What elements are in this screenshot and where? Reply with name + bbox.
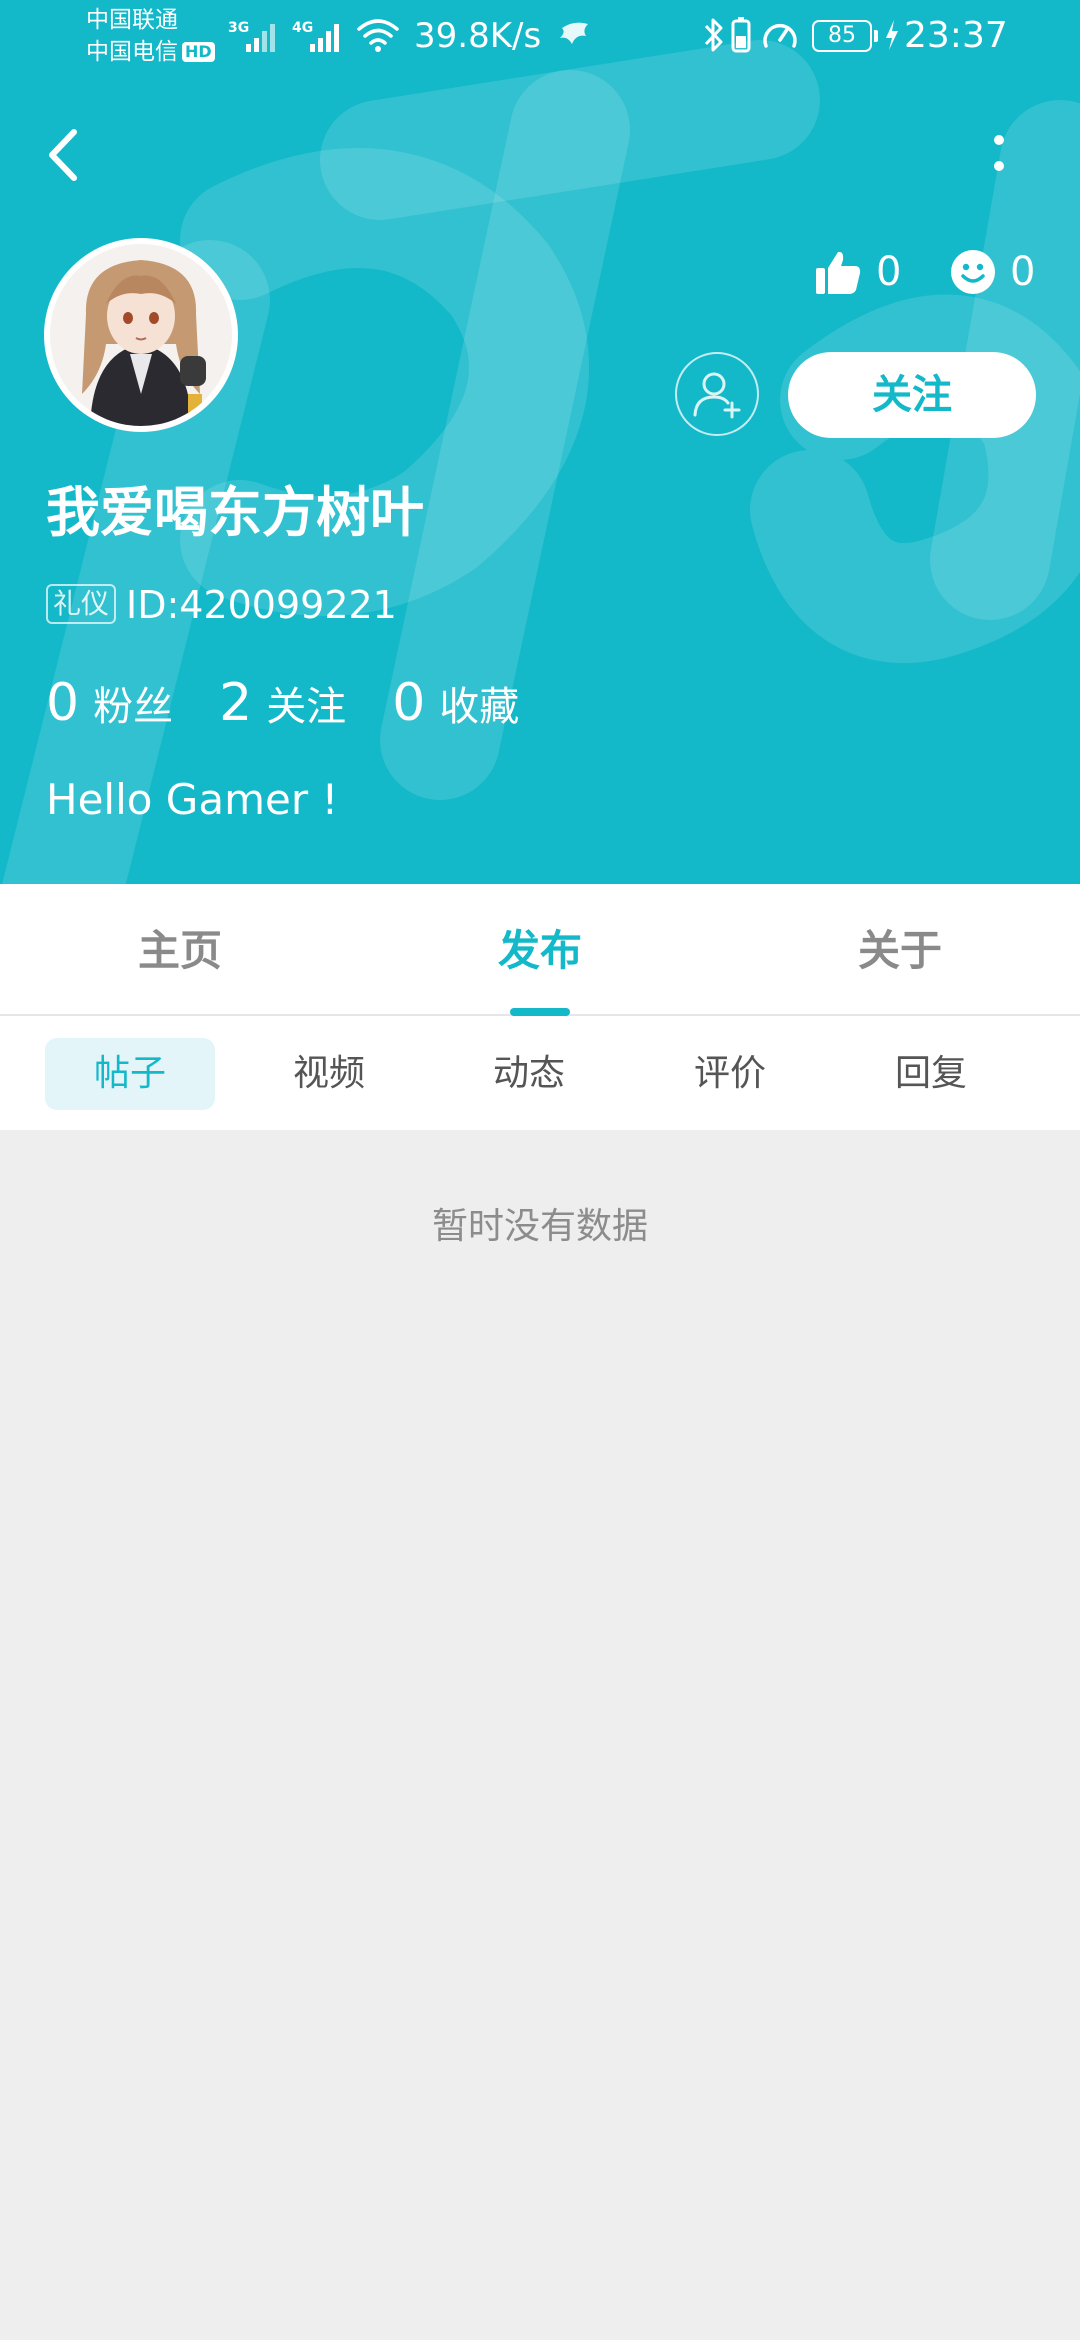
signal-3g-icon: 3G <box>228 20 275 52</box>
tab-posts[interactable]: 发布 <box>360 884 720 1014</box>
stat-favorites-label: 收藏 <box>439 684 520 730</box>
follow-button[interactable]: 关注 <box>788 352 1036 438</box>
tab-about[interactable]: 关于 <box>720 884 1080 1014</box>
stat-following-label: 关注 <box>266 684 347 730</box>
stat-favorites[interactable]: 0 收藏 <box>392 670 519 740</box>
subtab-videos[interactable]: 视频 <box>244 1038 414 1110</box>
speedometer-icon <box>763 23 797 48</box>
charging-icon <box>886 20 898 50</box>
stat-favorites-value: 0 <box>392 673 426 733</box>
more-vertical-icon <box>994 135 1004 171</box>
username: 我爱喝东方树叶 <box>46 481 424 544</box>
smiley-icon <box>951 250 995 294</box>
carrier-2-label: 中国电信 <box>86 39 178 65</box>
main-tab-bar: 主页 发布 关于 <box>0 884 1080 1016</box>
battery-indicator: 85 <box>812 20 878 52</box>
background-watermark <box>2 40 1080 884</box>
subtab-threads[interactable]: 帖子 <box>45 1038 215 1110</box>
bluetooth-icon <box>704 18 723 52</box>
smiles-count[interactable]: 0 <box>950 244 1035 300</box>
user-bio: Hello Gamer ! <box>46 775 339 824</box>
battery-saver-icon <box>731 17 751 53</box>
app-notification-icon <box>560 22 588 44</box>
hd-badge: HD <box>182 42 215 62</box>
tab-home[interactable]: 主页 <box>0 884 360 1014</box>
network-speed: 39.8K/s <box>414 16 542 56</box>
user-id: ID:420099221 <box>126 583 397 627</box>
subtab-replies[interactable]: 回复 <box>846 1038 1016 1110</box>
signal-4g-icon: 4G <box>292 20 339 52</box>
profile-stats: 0 粉丝 2 关注 0 收藏 <box>46 670 565 740</box>
carrier-1: 中国联通 <box>86 7 178 33</box>
thumbs-up-icon <box>816 251 861 294</box>
stat-following[interactable]: 2 关注 <box>219 670 346 740</box>
status-bar: 中国联通 中国电信 HD 3G 4G 39.8K/s 85 23:37 <box>0 0 1080 74</box>
net-type-3g: 3G <box>228 20 249 36</box>
wifi-icon <box>357 19 399 52</box>
back-arrow-icon <box>49 129 77 181</box>
profile-header: 中国联通 中国电信 HD 3G 4G 39.8K/s 85 23:37 0 0 … <box>0 0 1080 884</box>
add-friend-button[interactable] <box>675 352 759 436</box>
stat-fans-label: 粉丝 <box>93 684 174 730</box>
net-type-4g: 4G <box>292 20 313 36</box>
likes-value: 0 <box>876 249 902 295</box>
clock: 23:37 <box>904 15 1008 56</box>
empty-state-message: 暂时没有数据 <box>431 1206 648 1247</box>
avatar[interactable] <box>44 238 238 432</box>
stat-fans-value: 0 <box>46 673 80 733</box>
subtab-reviews[interactable]: 评价 <box>645 1038 815 1110</box>
avatar-illustration <box>50 244 232 426</box>
back-button[interactable] <box>40 120 96 190</box>
sub-tab-bar: 帖子 视频 动态 评价 回复 <box>0 1016 1080 1130</box>
carrier-2: 中国电信 HD <box>86 37 215 67</box>
add-user-icon <box>693 372 741 419</box>
stat-following-value: 2 <box>219 673 253 733</box>
content-area: 暂时没有数据 <box>0 1130 1080 2340</box>
smiles-value: 0 <box>1010 249 1036 295</box>
stat-fans[interactable]: 0 粉丝 <box>46 670 173 740</box>
likes-count[interactable]: 0 <box>814 244 901 300</box>
subtab-moments[interactable]: 动态 <box>444 1038 614 1110</box>
more-options-button[interactable] <box>976 124 1026 184</box>
active-tab-indicator <box>510 1008 570 1016</box>
role-badge: 礼仪 <box>46 584 117 624</box>
